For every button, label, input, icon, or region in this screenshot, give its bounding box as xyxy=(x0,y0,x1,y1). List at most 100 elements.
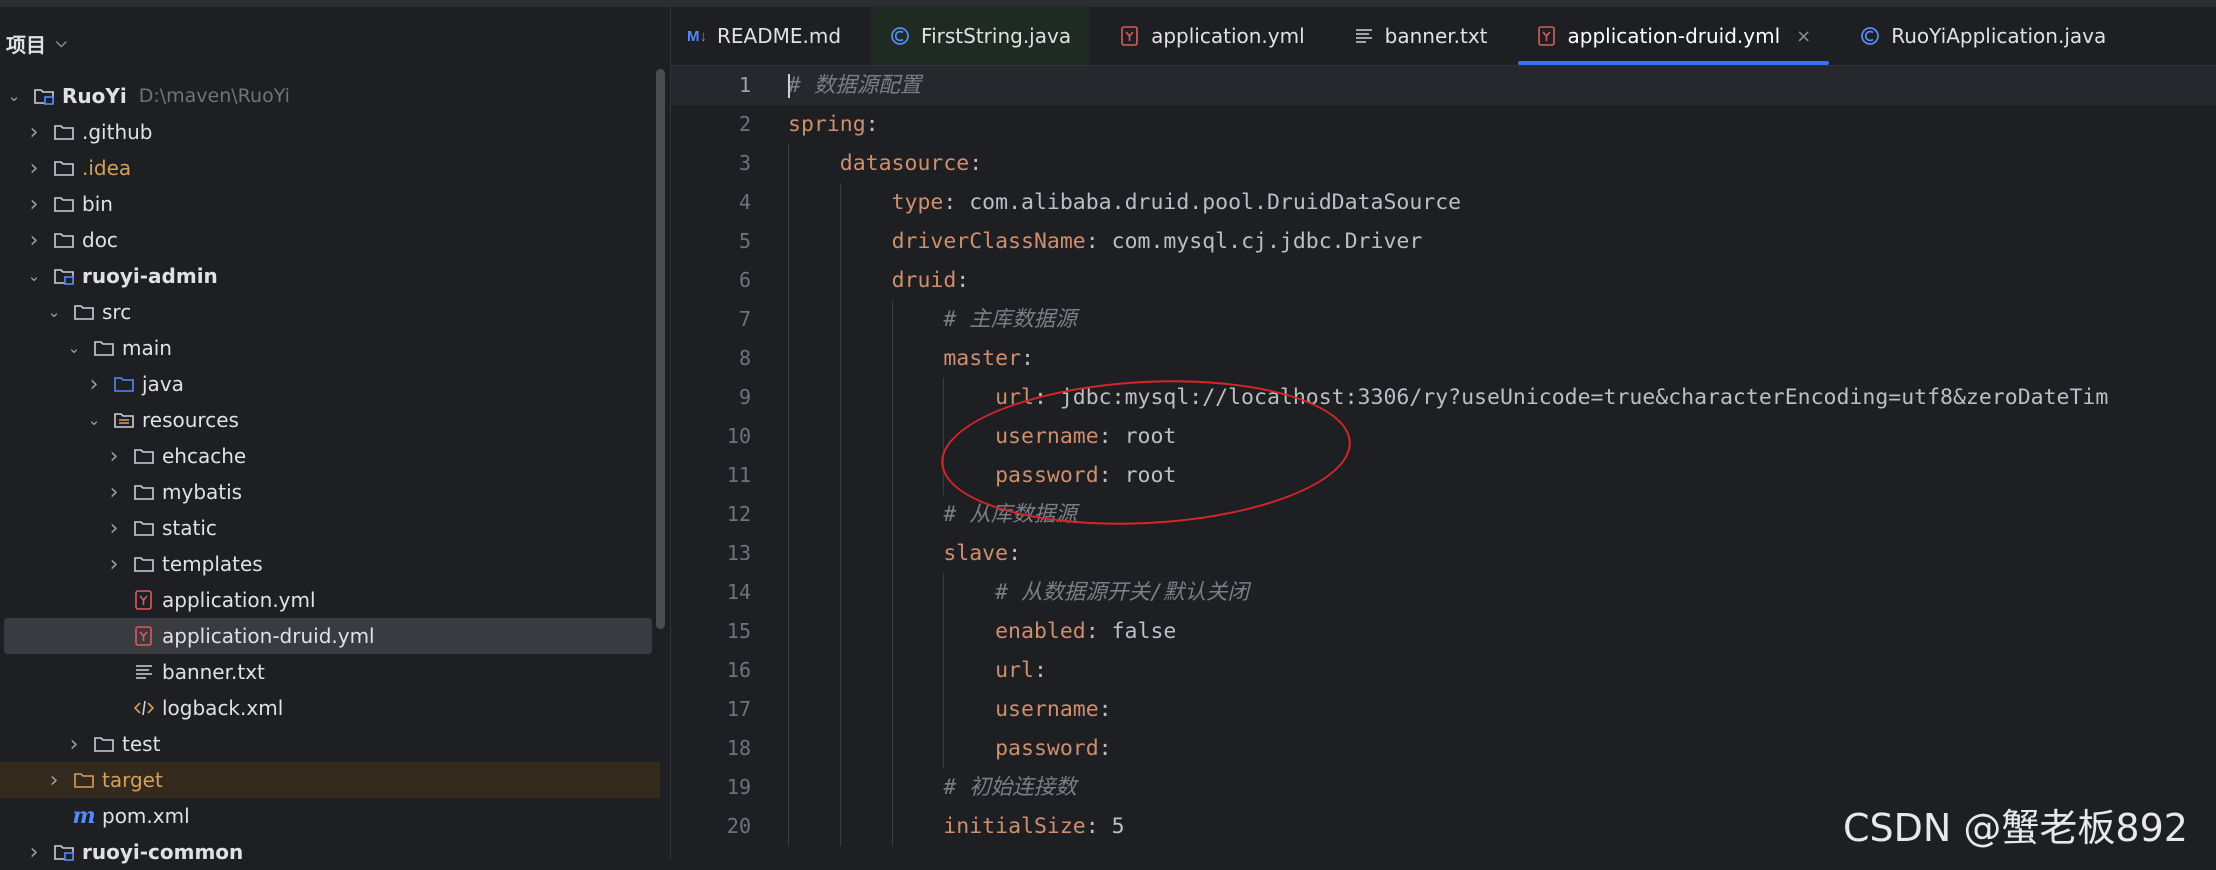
chevron-right-icon[interactable]: › xyxy=(26,120,42,145)
yaml-key: enabled xyxy=(995,619,1086,644)
yaml-separator: : xyxy=(1085,619,1112,644)
module-folder-icon xyxy=(32,85,56,107)
chevron-right-icon[interactable]: › xyxy=(106,516,122,541)
editor-tab[interactable]: RuoYiApplication.java xyxy=(1841,7,2124,65)
tree-folder-item[interactable]: › bin xyxy=(0,186,660,222)
chevron-right-icon[interactable]: › xyxy=(106,444,122,469)
code-line[interactable]: type: com.alibaba.druid.pool.DruidDataSo… xyxy=(788,183,2108,222)
editor-tab-label: banner.txt xyxy=(1384,24,1488,48)
tree-folder-item[interactable]: › ehcache xyxy=(0,438,660,474)
xml-file-icon xyxy=(132,697,156,719)
editor-tab[interactable]: FirstString.java xyxy=(871,7,1090,65)
editor-tab-label: RuoYiApplication.java xyxy=(1891,24,2107,48)
code-line[interactable]: # 主库数据源 xyxy=(788,300,2108,339)
chevron-down-icon[interactable]: ⌄ xyxy=(6,87,22,105)
code-line[interactable]: # 从数据源开关/默认关闭 xyxy=(788,573,2108,612)
code-line[interactable]: slave: xyxy=(788,534,2108,573)
code-line[interactable]: druid: xyxy=(788,261,2108,300)
tree-folder-item[interactable]: › .idea xyxy=(0,150,660,186)
yaml-key: slave xyxy=(943,541,1009,566)
chevron-down-icon[interactable]: ⌄ xyxy=(26,267,42,285)
editor-tab[interactable]: application.yml xyxy=(1101,7,1323,65)
tree-item-label: .github xyxy=(82,120,153,144)
project-path: D:\maven\RuoYi xyxy=(138,85,290,107)
tree-folder-item[interactable]: › java xyxy=(0,366,660,402)
code-line[interactable]: enabled: false xyxy=(788,612,2108,651)
tree-folder-item[interactable]: ⌄ resources xyxy=(0,402,660,438)
code-line[interactable]: url: jdbc:mysql://localhost:3306/ry?useU… xyxy=(788,378,2108,417)
resources-folder-icon xyxy=(112,409,136,431)
yaml-comment: # 数据源配置 xyxy=(788,73,922,98)
java-class-icon xyxy=(889,26,911,46)
source-folder-icon xyxy=(112,373,136,395)
close-icon[interactable]: × xyxy=(1796,26,1811,47)
chevron-right-icon[interactable]: › xyxy=(26,156,42,181)
tree-folder-item[interactable]: › .github xyxy=(0,114,660,150)
line-number: 14 xyxy=(726,580,751,604)
chevron-right-icon[interactable]: › xyxy=(106,480,122,505)
tree-file-item[interactable]: ›logback.xml xyxy=(0,690,660,726)
tree-file-item[interactable]: ›application.yml xyxy=(0,582,660,618)
chevron-down-icon[interactable]: ⌄ xyxy=(86,411,102,429)
yaml-separator: : xyxy=(1033,658,1047,683)
tree-folder-item[interactable]: › static xyxy=(0,510,660,546)
chevron-down-icon[interactable]: ⌄ xyxy=(66,339,82,357)
tree-folder-item[interactable]: ⌄ ruoyi-admin xyxy=(0,258,660,294)
yaml-key: datasource xyxy=(839,151,970,176)
code-line[interactable]: password: xyxy=(788,729,2108,768)
tree-item-label: target xyxy=(102,768,163,792)
yaml-comment: # 初始连接数 xyxy=(943,775,1077,800)
tree-folder-item[interactable]: › templates xyxy=(0,546,660,582)
line-number: 4 xyxy=(738,190,751,214)
tree-file-item[interactable]: ›banner.txt xyxy=(0,654,660,690)
folder-icon xyxy=(52,229,76,251)
tree-folder-item[interactable]: › target xyxy=(0,762,660,798)
tree-folder-item[interactable]: › mybatis xyxy=(0,474,660,510)
editor-panel: M↓ README.md FirstString.java application.y… xyxy=(671,7,2216,860)
code-line[interactable]: # 数据源配置 xyxy=(788,66,2108,105)
project-panel-header[interactable]: 项目 ⌵ xyxy=(6,27,67,59)
chevron-right-icon[interactable]: › xyxy=(66,732,82,757)
editor-tab[interactable]: application-druid.yml × xyxy=(1517,7,1830,65)
tree-folder-item[interactable]: › test xyxy=(0,726,660,762)
editor-tab[interactable]: M↓ README.md xyxy=(671,7,859,65)
java-class-icon xyxy=(1859,26,1881,46)
code-area[interactable]: 1 2 3 4 5 6 7 8 9 10 11 12 13 14 15 16 17 18 19 20 # 数据源配置 s… xyxy=(671,66,2216,860)
chevron-right-icon[interactable]: › xyxy=(26,840,42,865)
tree-folder-item[interactable]: › doc xyxy=(0,222,660,258)
tree-folder-item[interactable]: › ruoyi-common xyxy=(0,834,660,870)
tree-item-label: main xyxy=(122,336,172,360)
tree-file-item[interactable]: ›mpom.xml xyxy=(0,798,660,834)
tree-folder-item[interactable]: ⌄ main xyxy=(0,330,660,366)
chevron-right-icon[interactable]: › xyxy=(26,192,42,217)
chevron-down-icon[interactable]: ⌵ xyxy=(56,35,67,51)
tree-folder-item[interactable]: ⌄ src xyxy=(0,294,660,330)
editor-tab[interactable]: banner.txt xyxy=(1335,7,1506,65)
tree-folder-item[interactable]: ⌄ RuoYi D:\maven\RuoYi xyxy=(0,78,660,114)
project-scrollbar[interactable] xyxy=(656,69,665,629)
code-line[interactable]: master: xyxy=(788,339,2108,378)
chevron-down-icon[interactable]: ⌄ xyxy=(46,303,62,321)
chevron-right-icon[interactable]: › xyxy=(106,552,122,577)
chevron-right-icon[interactable]: › xyxy=(46,768,62,793)
tree-item-label: logback.xml xyxy=(162,696,284,720)
code-line[interactable]: driverClassName: com.mysql.cj.jdbc.Drive… xyxy=(788,222,2108,261)
code-line[interactable]: datasource: xyxy=(788,144,2108,183)
line-number: 10 xyxy=(726,424,751,448)
code-line[interactable]: url: xyxy=(788,651,2108,690)
code-line[interactable]: username: xyxy=(788,690,2108,729)
tree-item-label: ehcache xyxy=(162,444,247,468)
tree-item-label: bin xyxy=(82,192,113,216)
chevron-right-icon[interactable]: › xyxy=(26,228,42,253)
tree-file-item[interactable]: ›application-druid.yml xyxy=(4,618,652,654)
yaml-separator: : xyxy=(1085,229,1112,254)
chevron-right-icon[interactable]: › xyxy=(86,372,102,397)
folder-icon xyxy=(72,301,96,323)
yaml-file-icon xyxy=(132,625,156,647)
tree-item-label: ruoyi-common xyxy=(82,840,244,864)
project-tree: ⌄ RuoYi D:\maven\RuoYi › .github › .idea › bin › d… xyxy=(0,78,660,870)
line-number: 8 xyxy=(738,346,751,370)
line-number: 12 xyxy=(726,502,751,526)
folder-icon xyxy=(52,193,76,215)
code-line[interactable]: spring: xyxy=(788,105,2108,144)
